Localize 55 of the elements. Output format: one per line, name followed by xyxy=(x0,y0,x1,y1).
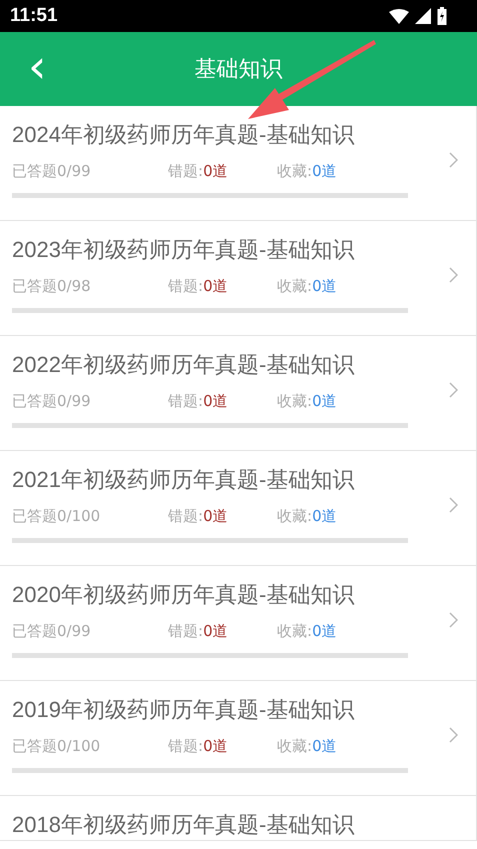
answered-count: 已答题0/100 xyxy=(12,507,102,526)
exam-item[interactable]: 2024年初级药师历年真题-基础知识 已答题0/99 错题:0道 收藏:0道 xyxy=(0,106,476,220)
answered-count: 已答题0/99 xyxy=(12,392,92,411)
wrong-label: 错题: xyxy=(168,277,204,295)
wrong-label: 错题: xyxy=(168,737,204,755)
favorite-label: 收藏: xyxy=(277,392,312,410)
favorite-count: 0道 xyxy=(312,277,337,295)
wrong-count: 0道 xyxy=(203,507,228,525)
chevron-right-icon xyxy=(449,267,458,283)
exam-title: 2020年初级药师历年真题-基础知识 xyxy=(12,581,354,609)
favorite-label: 收藏: xyxy=(277,622,312,640)
wrong-label: 错题: xyxy=(168,162,204,180)
exam-item[interactable]: 2019年初级药师历年真题-基础知识 已答题0/100 错题:0道 收藏:0道 xyxy=(0,681,476,795)
wrong-count: 0道 xyxy=(203,392,228,410)
exam-title: 2019年初级药师历年真题-基础知识 xyxy=(12,696,354,724)
favorite-label: 收藏: xyxy=(277,277,312,295)
status-time: 11:51 xyxy=(10,5,59,27)
chevron-right-icon xyxy=(449,727,458,743)
exam-item[interactable]: 2022年初级药师历年真题-基础知识 已答题0/99 错题:0道 收藏:0道 xyxy=(0,336,476,450)
exam-item[interactable]: 2018年初级药师历年真题-基础知识 xyxy=(0,796,476,840)
exam-item[interactable]: 2023年初级药师历年真题-基础知识 已答题0/98 错题:0道 收藏:0道 xyxy=(0,221,476,335)
chevron-right-icon xyxy=(449,497,458,513)
wrong-count: 0道 xyxy=(203,162,228,180)
wrong-count: 0道 xyxy=(203,737,228,755)
wrong-count: 0道 xyxy=(203,622,228,640)
answered-count: 已答题0/99 xyxy=(12,622,92,641)
exam-item[interactable]: 2021年初级药师历年真题-基础知识 已答题0/100 错题:0道 收藏:0道 xyxy=(0,451,476,565)
wrong-label: 错题: xyxy=(168,507,204,525)
exam-title: 2018年初级药师历年真题-基础知识 xyxy=(12,811,354,839)
answered-count: 已答题0/98 xyxy=(12,277,92,296)
exam-title: 2023年初级药师历年真题-基础知识 xyxy=(12,236,354,264)
wrong-label: 错题: xyxy=(168,392,204,410)
favorite-label: 收藏: xyxy=(277,507,312,525)
favorite-count: 0道 xyxy=(312,392,337,410)
answered-count: 已答题0/99 xyxy=(12,162,92,181)
exam-title: 2024年初级药师历年真题-基础知识 xyxy=(12,121,354,149)
exam-title: 2021年初级药师历年真题-基础知识 xyxy=(12,466,354,494)
favorite-count: 0道 xyxy=(312,507,337,525)
exam-title: 2022年初级药师历年真题-基础知识 xyxy=(12,351,354,379)
chevron-right-icon xyxy=(449,152,458,168)
wrong-label: 错题: xyxy=(168,622,204,640)
favorite-count: 0道 xyxy=(312,622,337,640)
favorite-count: 0道 xyxy=(312,737,337,755)
wifi-icon xyxy=(389,8,409,24)
exam-item[interactable]: 2020年初级药师历年真题-基础知识 已答题0/99 错题:0道 收藏:0道 xyxy=(0,566,476,680)
favorite-count: 0道 xyxy=(312,162,337,180)
favorite-label: 收藏: xyxy=(277,737,312,755)
wrong-count: 0道 xyxy=(203,277,228,295)
battery-icon xyxy=(437,7,447,25)
page-title: 基础知识 xyxy=(194,56,282,84)
answered-count: 已答题0/100 xyxy=(12,737,102,756)
signal-icon xyxy=(415,8,431,24)
chevron-right-icon xyxy=(449,382,458,398)
favorite-label: 收藏: xyxy=(277,162,312,180)
chevron-right-icon xyxy=(449,612,458,628)
